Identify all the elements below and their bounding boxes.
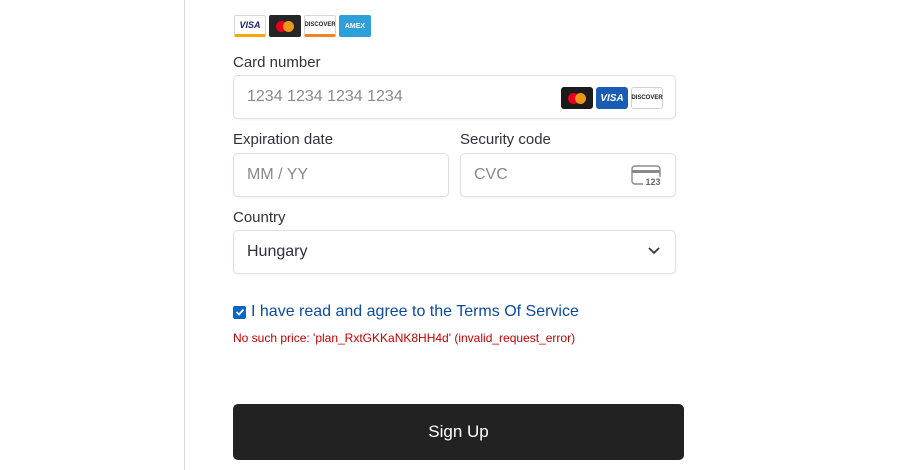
terms-checkbox[interactable] [233, 305, 246, 319]
terms-row: I have read and agree to the Terms Of Se… [233, 303, 579, 321]
mastercard-icon [269, 15, 301, 37]
terms-link[interactable]: I have read and agree to the Terms Of Se… [251, 303, 579, 321]
security-code-placeholder: CVC [474, 166, 508, 183]
card-number-field[interactable]: 1234 1234 1234 1234 VISA DISCOVER [233, 75, 676, 119]
left-divider [184, 0, 185, 470]
expiration-placeholder: MM / YY [247, 166, 309, 183]
accepted-card-brands: VISA DISCOVER AMEX [234, 15, 371, 37]
visa-icon: VISA [234, 15, 266, 37]
sign-up-button[interactable]: Sign Up [233, 404, 684, 460]
expiration-field[interactable]: MM / YY [233, 153, 449, 197]
chevron-down-icon [648, 247, 660, 255]
mastercard-icon [561, 87, 593, 109]
cvc-card-icon: 123 [631, 165, 663, 192]
security-code-field[interactable]: CVC 123 [460, 153, 676, 197]
country-select[interactable]: Hungary [233, 230, 676, 274]
card-number-label: Card number [233, 54, 321, 71]
svg-text:123: 123 [645, 177, 660, 187]
card-number-placeholder: 1234 1234 1234 1234 [247, 88, 403, 105]
country-label: Country [233, 209, 286, 226]
card-brand-icons: VISA DISCOVER [561, 87, 663, 109]
checkmark-icon [235, 308, 244, 316]
error-message: No such price: 'plan_RxtGKKaNK8HH4d' (in… [233, 331, 576, 345]
discover-icon: DISCOVER [631, 87, 663, 109]
discover-icon: DISCOVER [304, 15, 336, 37]
security-code-label: Security code [460, 131, 551, 148]
payment-page: VISA DISCOVER AMEX Card number 1234 1234… [0, 0, 901, 470]
visa-icon: VISA [596, 87, 628, 109]
amex-icon: AMEX [339, 15, 371, 37]
expiration-label: Expiration date [233, 131, 334, 148]
country-value: Hungary [247, 243, 308, 260]
